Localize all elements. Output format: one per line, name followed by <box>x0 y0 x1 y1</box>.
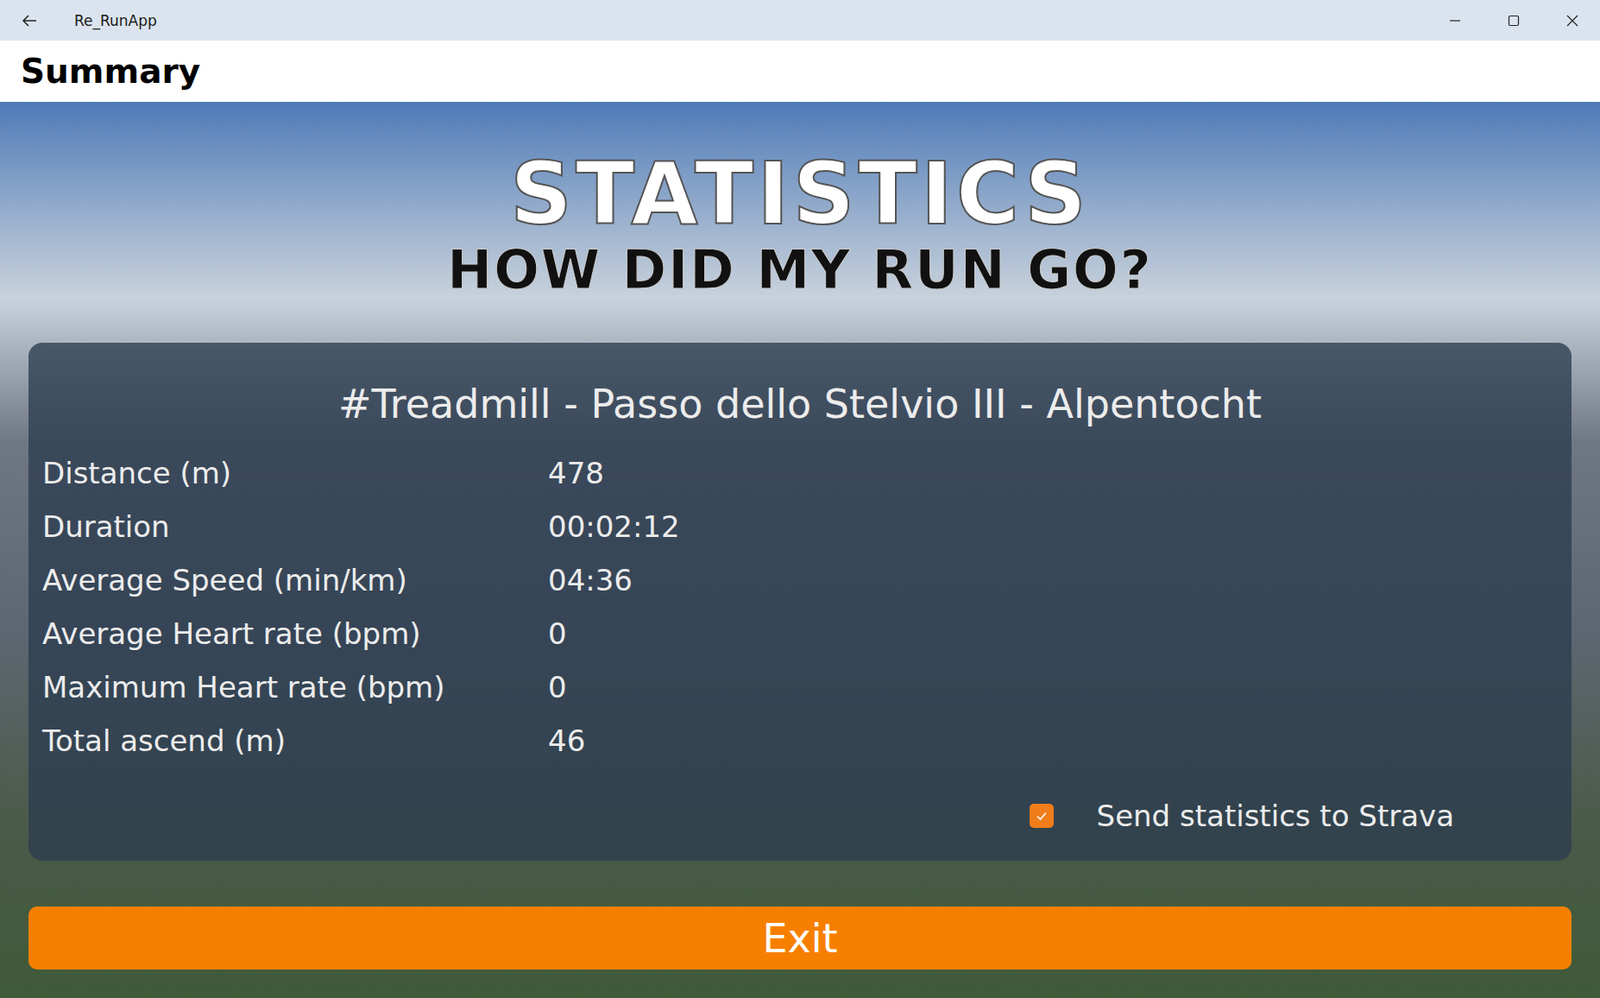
stat-value: 46 <box>548 723 1558 758</box>
stats-table: Distance (m)478Duration00:02:12Average S… <box>42 446 1558 768</box>
background-photo: STATISTICSHOW DID MY RUN GO? #Treadmill -… <box>0 101 1600 998</box>
stat-label: Distance (m) <box>42 455 549 491</box>
strava-label[interactable]: Send statistics to Strava <box>1096 798 1455 833</box>
stat-row: Average Speed (min/km)04:36 <box>42 553 1558 607</box>
stat-value: 04:36 <box>548 562 1558 598</box>
stat-row: Maximum Heart rate (bpm)0 <box>42 660 1558 714</box>
title-bar: Re_RunApp <box>0 0 1600 41</box>
maximize-icon[interactable] <box>1506 13 1521 28</box>
minimize-icon[interactable] <box>1448 13 1462 28</box>
stat-row: Total ascend (m)46 <box>42 713 1558 768</box>
stat-label: Average Speed (min/km) <box>42 562 549 598</box>
stat-value: 478 <box>548 455 1558 491</box>
stat-value: 0 <box>548 616 1558 651</box>
stat-value: 0 <box>548 669 1558 705</box>
hero-title: STATISTICS <box>510 148 1090 240</box>
strava-option: Send statistics to Strava <box>42 789 1558 842</box>
strava-checkbox[interactable] <box>1029 803 1054 828</box>
page-header: Summary <box>0 40 1600 102</box>
app-window: Re_RunApp Summary STATISTICSHOW DID MY RUN… <box>0 0 1600 998</box>
statistics-panel: #Treadmill - Passo dello Stelvio III - A… <box>28 342 1572 861</box>
hero: STATISTICSHOW DID MY RUN GO? <box>28 101 1572 343</box>
stat-label: Maximum Heart rate (bpm) <box>42 669 549 705</box>
check-icon <box>1033 807 1050 824</box>
hero-subtitle: HOW DID MY RUN GO? <box>447 239 1153 301</box>
stat-label: Duration <box>42 509 549 544</box>
stat-value: 00:02:12 <box>548 509 1558 544</box>
stat-row: Distance (m)478 <box>42 446 1558 500</box>
close-icon[interactable] <box>1565 13 1580 28</box>
stat-row: Duration00:02:12 <box>42 499 1558 554</box>
stat-row: Average Heart rate (bpm)0 <box>42 606 1558 661</box>
window-controls <box>1448 13 1580 28</box>
stat-label: Average Heart rate (bpm) <box>42 616 549 651</box>
page-title: Summary <box>20 51 201 91</box>
back-arrow-icon[interactable] <box>20 12 38 30</box>
run-name: #Treadmill - Passo dello Stelvio III - A… <box>42 380 1558 428</box>
stat-label: Total ascend (m) <box>42 723 549 758</box>
exit-button[interactable]: Exit <box>28 906 1572 970</box>
window-title: Re_RunApp <box>74 12 158 30</box>
